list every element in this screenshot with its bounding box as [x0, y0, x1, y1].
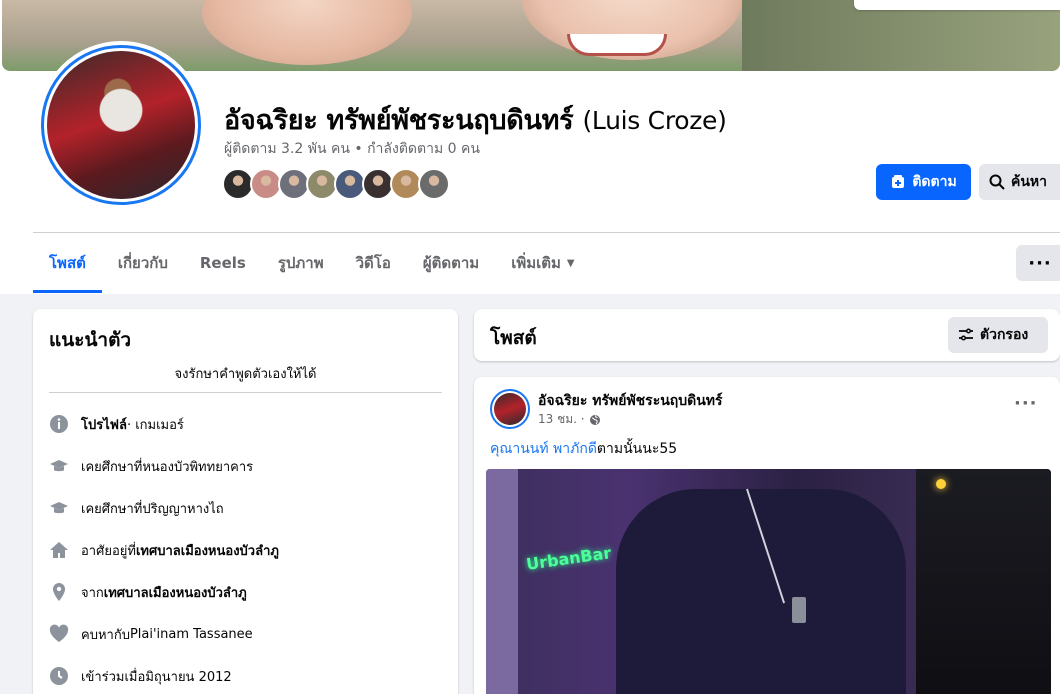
- follow-button[interactable]: ติดตาม: [876, 164, 971, 200]
- clock-icon: [49, 666, 69, 686]
- filter-label: ตัวกรอง: [980, 327, 1029, 343]
- neon-sign-text: UrbanBar: [525, 543, 613, 574]
- follower-avatars[interactable]: [222, 168, 450, 200]
- location-icon: [49, 582, 69, 602]
- follow-icon: [892, 175, 905, 188]
- education-icon: [49, 456, 69, 476]
- tagged-user-link[interactable]: คุณานนท์ พาภักดี: [490, 441, 597, 457]
- ellipsis-icon: ···: [1028, 252, 1052, 274]
- tab-more[interactable]: เพิ่มเติม ▼: [495, 233, 590, 293]
- intro-item-relationship: คบหากับ Plai'inam Tassanee: [49, 622, 253, 646]
- profile-alt-name: (Luis Croze): [582, 106, 727, 135]
- follower-avatar[interactable]: [418, 168, 450, 200]
- home-icon: [49, 540, 69, 560]
- follow-label: ติดตาม: [912, 174, 957, 190]
- intro-item-joined: เข้าร่วมเมื่อ มิถุนายน 2012: [49, 664, 232, 688]
- profile-header: อัจฉริยะ ทรัพย์พัชระนฤบดินทร์ (Luis Croz…: [0, 0, 1060, 294]
- post-text: คุณานนท์ พาภักดีตามนั้นนะ55: [490, 441, 678, 457]
- intro-divider: [49, 392, 442, 393]
- intro-item-from: จาก เทศบาลเมืองหนองบัวลำภู: [49, 580, 247, 604]
- post-options-button[interactable]: ···: [1014, 393, 1038, 414]
- post-author-name[interactable]: อัจฉริยะ ทรัพย์พัชระนฤบดินทร์: [538, 390, 723, 412]
- post-photo[interactable]: UrbanBar: [486, 469, 1051, 694]
- posts-title: โพสต์: [490, 327, 537, 349]
- tab-followers[interactable]: ผู้ติดตาม: [407, 233, 495, 293]
- post-author-avatar[interactable]: [490, 389, 530, 429]
- more-options-button[interactable]: ···: [1016, 245, 1060, 281]
- top-right-panel: [854, 0, 1060, 10]
- heart-icon: [49, 624, 69, 644]
- profile-name-text: อัจฉริยะ ทรัพย์พัชระนฤบดินทร์: [224, 105, 574, 136]
- intro-item-profile: โปรไฟล์ · เกมเมอร์: [49, 412, 184, 436]
- ellipsis-icon: ···: [1014, 393, 1038, 414]
- tab-reels[interactable]: Reels: [184, 233, 262, 293]
- chevron-down-icon: ▼: [566, 257, 575, 269]
- filter-button[interactable]: ตัวกรอง: [948, 317, 1048, 353]
- tab-posts[interactable]: โพสต์: [33, 233, 102, 293]
- intro-bio: จงรักษาคำพูดตัวเองให้ได้: [174, 367, 317, 382]
- intro-item-education-2: เคยศึกษาที่ ปริญญาหางไถ: [49, 496, 224, 520]
- intro-item-lives-in: อาศัยอยู่ที่ เทศบาลเมืองหนองบัวลำภู: [49, 538, 279, 562]
- globe-icon: [589, 414, 600, 425]
- search-label: ค้นหา: [1011, 174, 1048, 190]
- post-timestamp[interactable]: 13 ชม. ·: [538, 410, 601, 429]
- intro-title: แนะนำตัว: [49, 329, 132, 351]
- tab-about[interactable]: เกี่ยวกับ: [102, 233, 184, 293]
- profile-tabs: โพสต์ เกี่ยวกับ Reels รูปภาพ วิดีโอ ผู้ต…: [33, 233, 591, 293]
- tab-videos[interactable]: วิดีโอ: [340, 233, 407, 293]
- info-icon: [49, 414, 69, 434]
- search-button[interactable]: ค้นหา: [979, 164, 1060, 200]
- filter-icon: [959, 328, 973, 341]
- intro-item-education-1: เคยศึกษาที่ หนองบัวพิททยาคาร: [49, 454, 253, 478]
- profile-name: อัจฉริยะ ทรัพย์พัชระนฤบดินทร์ (Luis Croz…: [224, 98, 727, 141]
- tab-photos[interactable]: รูปภาพ: [262, 233, 340, 293]
- posts-header: โพสต์ ตัวกรอง: [474, 309, 1060, 361]
- followers-count[interactable]: ผู้ติดตาม 3.2 พัน คน • กำลังติดตาม 0 คน: [224, 138, 480, 160]
- intro-card: แนะนำตัว จงรักษาคำพูดตัวเองให้ได้ โปรไฟล…: [33, 309, 458, 694]
- post-card: อัจฉริยะ ทรัพย์พัชระนฤบดินทร์ 13 ชม. · ·…: [474, 377, 1060, 694]
- profile-avatar[interactable]: [37, 41, 205, 209]
- search-icon: [989, 174, 1005, 190]
- education-icon: [49, 498, 69, 518]
